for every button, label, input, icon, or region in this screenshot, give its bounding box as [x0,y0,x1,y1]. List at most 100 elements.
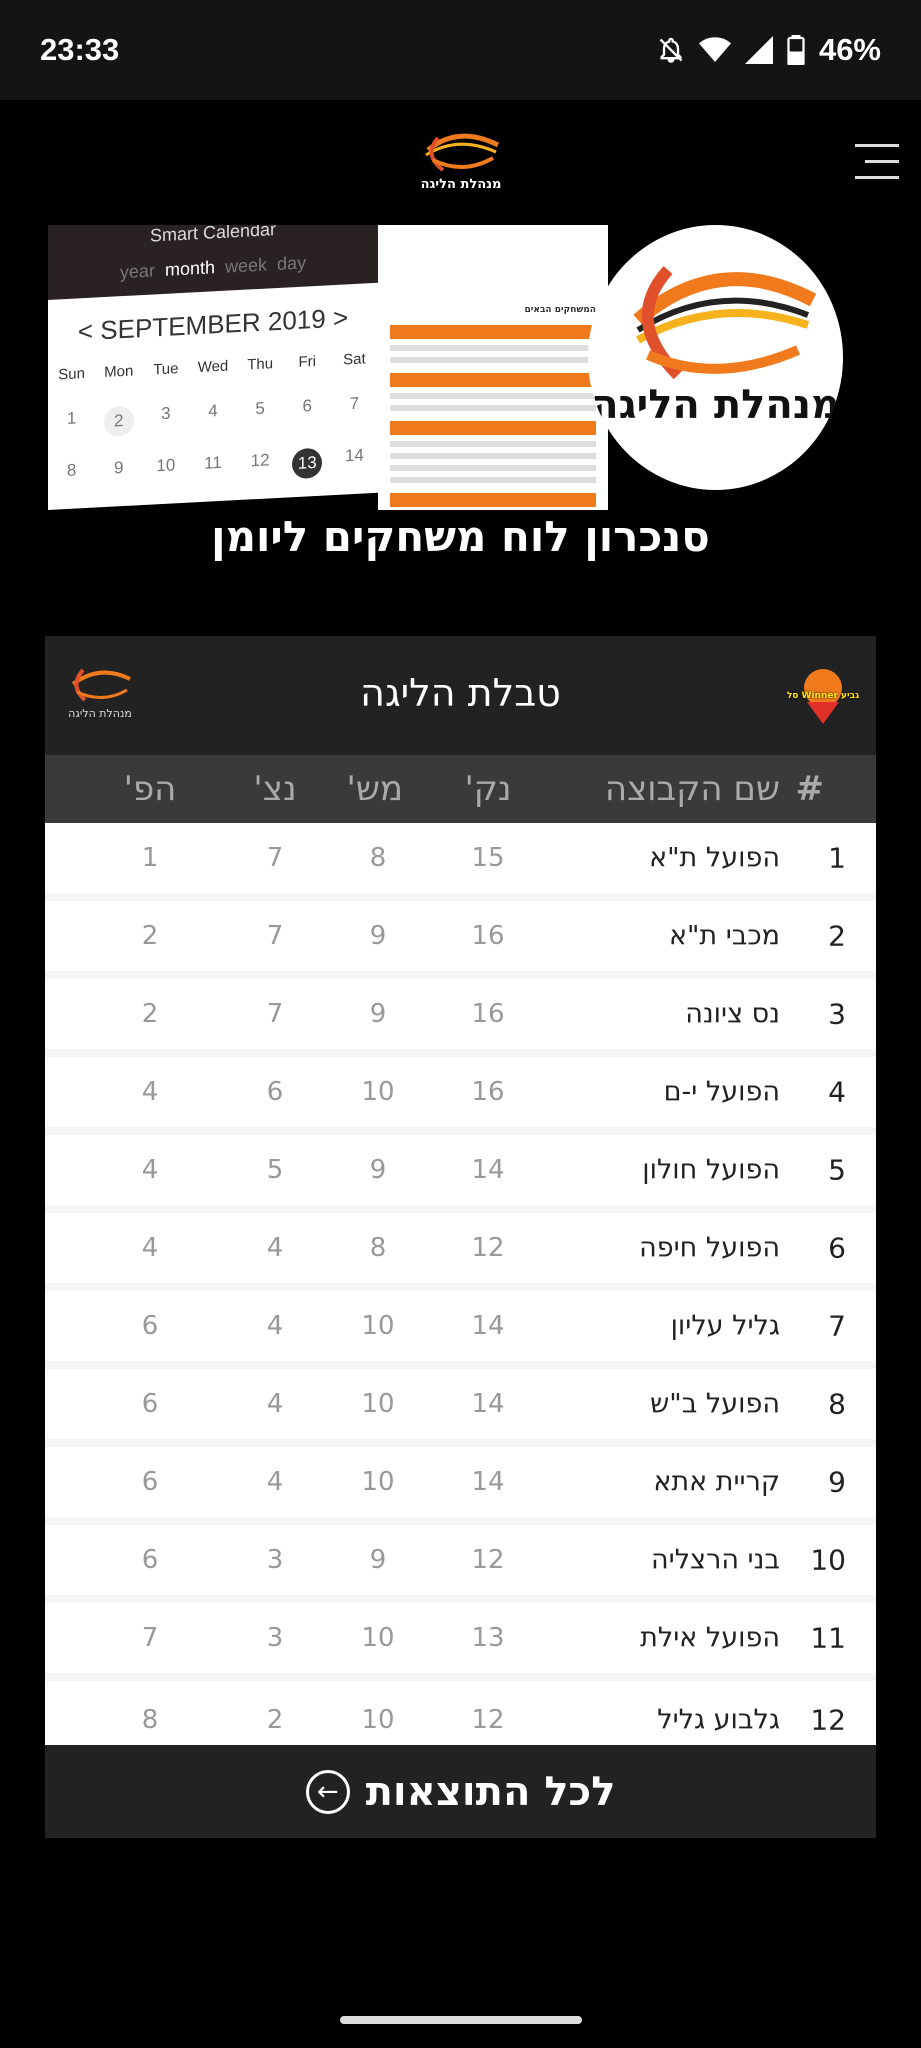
cell-losses: 7 [141,1623,159,1653]
calendar-month: SEPTEMBER 2019 [100,303,326,346]
cell-team: נס ציונה [685,998,780,1030]
banner-title[interactable]: סנכרון לוח משחקים ליומן [0,512,921,561]
cell-losses: 2 [141,921,159,951]
cell-games: 8 [369,1233,387,1263]
cell-team: מכבי ת"א [668,920,780,952]
cell-games: 10 [361,1311,395,1341]
cell-rank: 6 [828,1231,846,1265]
cell-team: הפועל אילת [640,1622,780,1654]
cell-rank: 1 [828,841,846,875]
cell-points: 13 [471,1623,505,1653]
cell-losses: 4 [141,1077,159,1107]
cell-games: 10 [361,1705,395,1735]
table-row[interactable]: 8 הפועל ב"ש 14 10 4 6 [45,1369,876,1447]
cell-points: 14 [471,1467,505,1497]
cell-rank: 12 [810,1703,846,1737]
cell-games: 9 [369,921,387,951]
table-row[interactable]: 11 הפועל אילת 13 10 3 7 [45,1603,876,1681]
cell-points: 15 [471,843,505,873]
league-logo[interactable]: מנהלת הליגה [418,130,504,202]
cell-wins: 3 [266,1623,284,1653]
schedule-screenshot: המשחקים הבאים [378,225,608,510]
cell-losses: 4 [141,1155,159,1185]
cell-games: 10 [361,1077,395,1107]
league-logo-circle: מנהלת הליגה [588,225,843,490]
calendar-sync-banner[interactable]: Smart Calendar year month week day < SEP… [48,225,843,510]
calendar-app-title: Smart Calendar [149,225,277,246]
calendar-screenshot: Smart Calendar year month week day < SEP… [48,225,378,510]
cell-team: קריית אתא [653,1466,780,1498]
cell-games: 10 [361,1623,395,1653]
cell-rank: 11 [810,1621,846,1655]
cell-wins: 4 [266,1233,284,1263]
cell-team: הפועל חיפה [639,1232,780,1264]
cell-games: 9 [369,999,387,1029]
table-row[interactable]: 2 מכבי ת"א 16 9 7 2 [45,901,876,979]
cell-points: 16 [471,999,505,1029]
cell-rank: 10 [810,1543,846,1577]
cell-points: 12 [471,1705,505,1735]
cell-rank: 5 [828,1153,846,1187]
status-bar: 23:33 46% [0,0,921,100]
signal-icon [744,36,773,64]
arrow-left-circle-icon: ← [305,1769,350,1814]
cell-wins: 6 [266,1077,284,1107]
cell-rank: 9 [828,1465,846,1499]
cell-losses: 1 [141,843,159,873]
table-row[interactable]: 4 הפועל י-ם 16 10 6 4 [45,1057,876,1135]
cell-losses: 6 [141,1467,159,1497]
cell-team: גלבוע גליל [657,1704,780,1736]
cell-wins: 7 [266,843,284,873]
battery-icon [787,35,805,65]
status-time: 23:33 [40,32,120,67]
cell-points: 14 [471,1155,505,1185]
cell-team: גליל עליון [670,1310,780,1342]
cell-team: הפועל ת"א [649,842,780,874]
cell-wins: 4 [266,1467,284,1497]
cell-losses: 4 [141,1233,159,1263]
cell-points: 12 [471,1233,505,1263]
cell-games: 10 [361,1467,395,1497]
cell-rank: 8 [828,1387,846,1421]
cell-points: 12 [471,1545,505,1575]
table-row[interactable]: 9 קריית אתא 14 10 4 6 [45,1447,876,1525]
table-row[interactable]: 5 הפועל חולון 14 9 5 4 [45,1135,876,1213]
cell-rank: 4 [828,1075,846,1109]
table-row[interactable]: 3 נס ציונה 16 9 7 2 [45,979,876,1057]
cell-team: הפועל י-ם [663,1076,780,1108]
cell-wins: 5 [266,1155,284,1185]
cell-wins: 4 [266,1389,284,1419]
bell-off-icon [659,37,683,63]
table-row[interactable]: 6 הפועל חיפה 12 8 4 4 [45,1213,876,1291]
all-results-button[interactable]: לכל התוצאות ← [45,1745,876,1838]
cell-team: בני הרצליה [651,1544,780,1576]
home-indicator[interactable] [340,2016,582,2024]
cell-team: הפועל חולון [642,1154,780,1186]
cell-wins: 7 [266,999,284,1029]
league-table: מנהלת הליגה טבלת הליגה גביע Winner סל # … [45,636,876,1838]
cell-losses: 6 [141,1311,159,1341]
cell-points: 16 [471,921,505,951]
cell-wins: 3 [266,1545,284,1575]
logo-text: מנהלת הליגה [420,177,502,192]
cell-points: 16 [471,1077,505,1107]
table-row[interactable]: 10 בני הרצליה 12 9 3 6 [45,1525,876,1603]
table-title: טבלת הליגה [360,671,561,715]
table-column-headers: # שם הקבוצה נק' מש' נצ' הפ' [45,755,876,823]
cell-points: 14 [471,1311,505,1341]
table-row[interactable]: 7 גליל עליון 14 10 4 6 [45,1291,876,1369]
cell-games: 9 [369,1155,387,1185]
battery-percent: 46% [818,32,881,67]
winner-cup-logo: גביע Winner סל [787,666,859,726]
cell-rank: 7 [828,1309,846,1343]
cell-losses: 8 [141,1705,159,1735]
hamburger-menu-icon[interactable] [855,144,899,180]
app-header: מנהלת הליגה [0,100,921,225]
cell-wins: 7 [266,921,284,951]
table-row[interactable]: 1 הפועל ת"א 15 8 7 1 [45,823,876,901]
cell-wins: 2 [266,1705,284,1735]
cell-points: 14 [471,1389,505,1419]
cell-losses: 6 [141,1389,159,1419]
cell-team: הפועל ב"ש [650,1388,780,1420]
cell-wins: 4 [266,1311,284,1341]
